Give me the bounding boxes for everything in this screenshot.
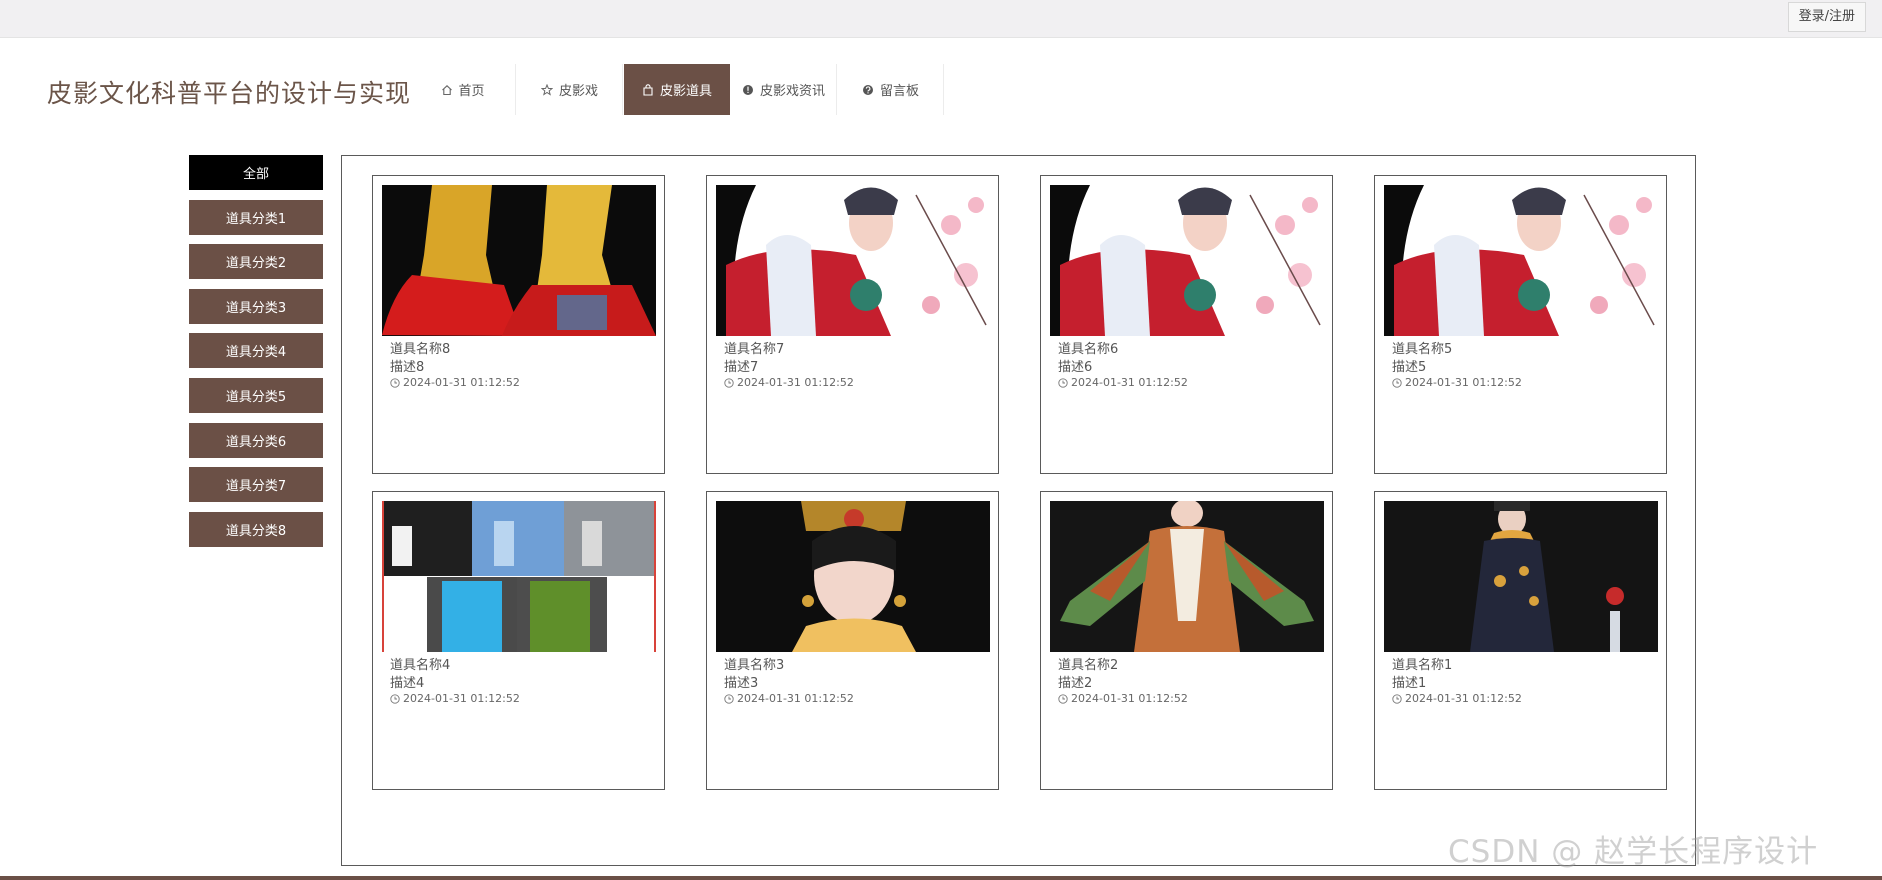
- nav-label: 皮影戏资讯: [759, 84, 825, 99]
- product-time: 2024-01-31 01:12:52: [1058, 692, 1188, 705]
- category-all[interactable]: 全部: [189, 155, 323, 190]
- product-time-text: 2024-01-31 01:12:52: [1405, 692, 1522, 705]
- category-sidebar: 全部 道具分类1 道具分类2 道具分类3 道具分类4 道具分类5 道具分类6 道…: [189, 155, 323, 556]
- product-image: [716, 185, 990, 336]
- product-description: 描述8: [390, 360, 425, 375]
- product-time: 2024-01-31 01:12:52: [724, 692, 854, 705]
- product-description: 描述6: [1058, 360, 1093, 375]
- product-card[interactable]: 道具名称6 描述6 2024-01-31 01:12:52: [1040, 175, 1333, 474]
- nav-label: 皮影戏: [558, 84, 598, 99]
- watermark: CSDN @ 赵学长程序设计: [1448, 834, 1819, 870]
- product-card[interactable]: 道具名称4 描述4 2024-01-31 01:12:52: [372, 491, 665, 790]
- category-5[interactable]: 道具分类5: [189, 377, 323, 413]
- product-time-text: 2024-01-31 01:12:52: [1405, 376, 1522, 389]
- product-image: [716, 501, 990, 652]
- nav-label: 留言板: [879, 84, 919, 99]
- product-time: 2024-01-31 01:12:52: [1058, 376, 1188, 389]
- product-time: 2024-01-31 01:12:52: [724, 376, 854, 389]
- nav-item-message-board[interactable]: 留言板: [838, 64, 944, 115]
- product-time: 2024-01-31 01:12:52: [1392, 692, 1522, 705]
- bag-icon: [642, 83, 655, 96]
- product-time: 2024-01-31 01:12:52: [390, 376, 520, 389]
- product-description: 描述3: [724, 676, 759, 691]
- category-7[interactable]: 道具分类7: [189, 467, 323, 503]
- clock-icon: [390, 377, 400, 388]
- product-image: [1050, 185, 1324, 336]
- product-name: 道具名称8: [390, 342, 451, 357]
- product-card[interactable]: 道具名称7 描述7 2024-01-31 01:12:52: [706, 175, 999, 474]
- product-card[interactable]: 道具名称2 描述2 2024-01-31 01:12:52: [1040, 491, 1333, 790]
- product-description: 描述1: [1392, 676, 1427, 691]
- bottom-border: [0, 876, 1882, 880]
- star-icon: [541, 83, 554, 96]
- clock-icon: [1392, 377, 1402, 388]
- nav-item-news[interactable]: 皮影戏资讯: [731, 64, 837, 115]
- product-description: 描述2: [1058, 676, 1093, 691]
- product-card[interactable]: 道具名称5 描述5 2024-01-31 01:12:52: [1374, 175, 1667, 474]
- category-3[interactable]: 道具分类3: [189, 288, 323, 324]
- category-4[interactable]: 道具分类4: [189, 333, 323, 369]
- product-name: 道具名称2: [1058, 658, 1119, 673]
- clock-icon: [1392, 693, 1402, 704]
- clock-icon: [724, 693, 734, 704]
- info-icon: [742, 83, 755, 96]
- category-6[interactable]: 道具分类6: [189, 422, 323, 458]
- login-register-button[interactable]: 登录/注册: [1787, 2, 1866, 32]
- product-description: 描述7: [724, 360, 759, 375]
- product-card[interactable]: 道具名称8 描述8 2024-01-31 01:12:52: [372, 175, 665, 474]
- product-time: 2024-01-31 01:12:52: [1392, 376, 1522, 389]
- product-time-text: 2024-01-31 01:12:52: [737, 376, 854, 389]
- product-image: [382, 501, 656, 652]
- clock-icon: [390, 693, 400, 704]
- product-card[interactable]: 道具名称1 描述1 2024-01-31 01:12:52: [1374, 491, 1667, 790]
- product-name: 道具名称6: [1058, 342, 1119, 357]
- product-card[interactable]: 道具名称3 描述3 2024-01-31 01:12:52: [706, 491, 999, 790]
- help-icon: [862, 83, 875, 96]
- product-time-text: 2024-01-31 01:12:52: [1071, 376, 1188, 389]
- product-image: [1384, 501, 1658, 652]
- product-time: 2024-01-31 01:12:52: [390, 692, 520, 705]
- product-image: [382, 185, 656, 336]
- product-name: 道具名称3: [724, 658, 785, 673]
- product-description: 描述4: [390, 676, 425, 691]
- product-time-text: 2024-01-31 01:12:52: [737, 692, 854, 705]
- nav-item-shadow-play[interactable]: 皮影戏: [517, 64, 623, 115]
- main-nav: 首页 皮影戏 皮影道具 皮影戏资讯 留言板: [410, 64, 945, 115]
- product-name: 道具名称4: [390, 658, 451, 673]
- product-description: 描述5: [1392, 360, 1427, 375]
- clock-icon: [1058, 377, 1068, 388]
- site-title: 皮影文化科普平台的设计与实现: [47, 79, 412, 108]
- product-name: 道具名称5: [1392, 342, 1453, 357]
- nav-label: 皮影道具: [659, 84, 712, 99]
- nav-label: 首页: [458, 84, 485, 99]
- product-image: [1384, 185, 1658, 336]
- nav-item-home[interactable]: 首页: [410, 64, 516, 115]
- product-time-text: 2024-01-31 01:12:52: [403, 376, 520, 389]
- top-bar: 登录/注册: [0, 0, 1882, 38]
- product-time-text: 2024-01-31 01:12:52: [403, 692, 520, 705]
- product-name: 道具名称1: [1392, 658, 1453, 673]
- product-time-text: 2024-01-31 01:12:52: [1071, 692, 1188, 705]
- nav-item-props[interactable]: 皮影道具: [624, 64, 730, 115]
- product-grid-panel: 道具名称8 描述8 2024-01-31 01:12:52 道具名称7 描述7: [341, 155, 1696, 866]
- clock-icon: [724, 377, 734, 388]
- product-name: 道具名称7: [724, 342, 785, 357]
- product-image: [1050, 501, 1324, 652]
- category-2[interactable]: 道具分类2: [189, 244, 323, 280]
- category-1[interactable]: 道具分类1: [189, 199, 323, 235]
- home-icon: [440, 83, 453, 96]
- category-8[interactable]: 道具分类8: [189, 511, 323, 547]
- clock-icon: [1058, 693, 1068, 704]
